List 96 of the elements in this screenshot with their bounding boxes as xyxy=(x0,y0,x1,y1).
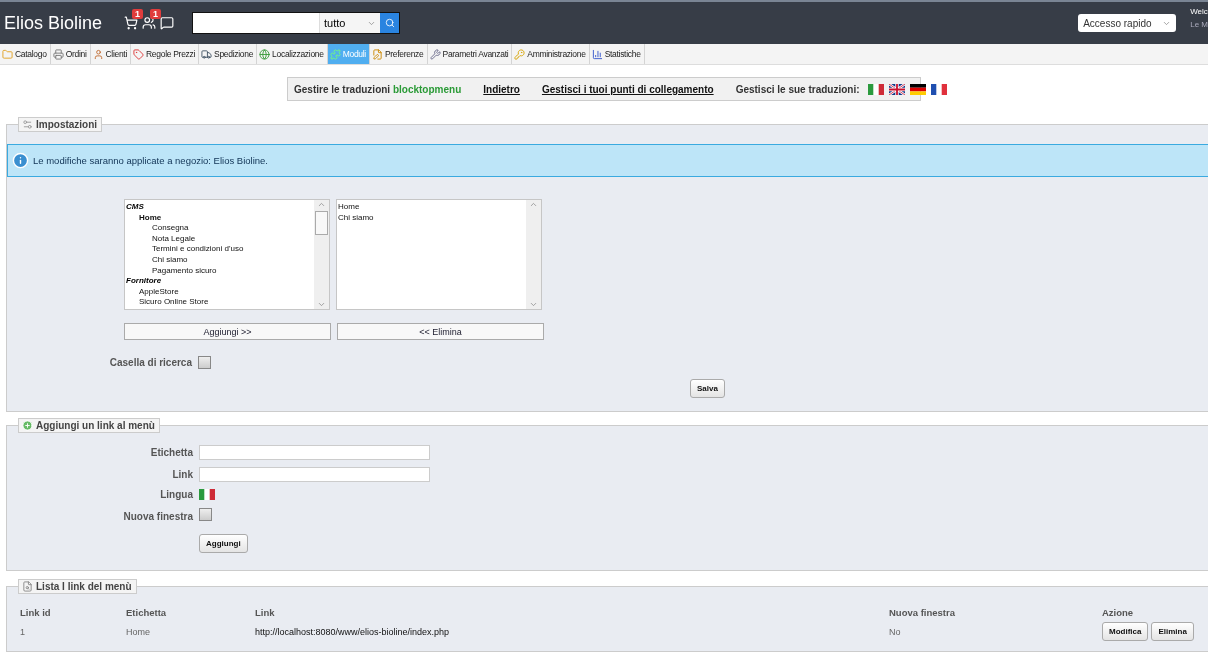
panel-legend: Aggiungi un link al menù xyxy=(18,418,160,433)
checkbox[interactable] xyxy=(198,356,211,369)
wrench-icon xyxy=(429,48,441,60)
translation-title: Gestire le traduzioni blocktopmenu xyxy=(294,83,462,95)
field-label: Link xyxy=(172,469,193,480)
scroll-down-icon[interactable] xyxy=(529,300,538,309)
settings-icon xyxy=(22,119,33,130)
info-message: Le modifiche saranno applicate a negozio: Elios Bioline. xyxy=(7,144,1208,177)
table-cell-text: http://localhost:8080/www/elios-bioline/index.php xyxy=(255,626,451,637)
document-search-icon xyxy=(22,581,33,592)
nav-link[interactable]: Gestisci i tuoi punti di collegamento xyxy=(541,83,714,95)
text-field[interactable] xyxy=(199,445,430,460)
available-items-list[interactable]: CMS Home Consegna Nota Legale Termini e condizioni d'uso Chi siamo Pagamento sicuro Fornitore AppleStore Sicuro Online Store xyxy=(124,199,330,310)
flag-icon xyxy=(909,83,926,95)
add-link-button[interactable]: Aggiungi xyxy=(199,534,248,553)
column-header: Link xyxy=(255,607,276,618)
info-icon xyxy=(12,152,29,169)
menu-tab[interactable]: Catalogo xyxy=(0,44,51,64)
column-header: Etichetta xyxy=(126,607,168,618)
puzzle-icon xyxy=(329,48,341,60)
search-icon xyxy=(384,18,395,28)
menu-tab[interactable]: Clienti xyxy=(90,44,132,64)
checkbox[interactable] xyxy=(199,508,212,521)
menu-tab[interactable]: Preferenze xyxy=(369,44,428,64)
list-option[interactable]: Consegna xyxy=(126,223,314,234)
panel-legend: Impostazioni xyxy=(18,117,103,132)
menu-tab[interactable]: Parametri Avanzati xyxy=(427,44,513,64)
list-option[interactable]: Chi siamo xyxy=(126,254,314,266)
table-cell-text: Home xyxy=(126,626,151,637)
notification-badge: 1 xyxy=(132,9,144,19)
field-label: Nuova finestra xyxy=(123,510,193,522)
list-option[interactable]: Nota Legale xyxy=(126,233,314,245)
flag-icon xyxy=(930,83,947,95)
search-field[interactable]: tutto xyxy=(192,12,401,34)
truck-icon xyxy=(201,48,213,60)
list-option[interactable]: CMS xyxy=(126,202,314,213)
user-icon xyxy=(92,48,104,60)
list-option[interactable]: Pagamento sicuro xyxy=(126,265,314,277)
folder-icon xyxy=(2,48,13,60)
column-header: Link id xyxy=(20,607,52,618)
add-button[interactable]: Aggiungi >> xyxy=(124,323,331,340)
user-info-text: Le M xyxy=(1190,19,1208,31)
scrollbar[interactable] xyxy=(526,200,541,309)
scroll-up-icon[interactable] xyxy=(529,200,538,209)
nav-link[interactable]: Indietro xyxy=(483,83,520,95)
quick-access-select[interactable]: Accesso rapido xyxy=(1078,14,1177,32)
menu-tab[interactable]: Regole Prezzi xyxy=(131,44,200,64)
translations-label: Gestisci le sue traduzioni: xyxy=(735,83,860,95)
notification-badge: 1 xyxy=(150,9,162,19)
scrollbar[interactable] xyxy=(314,200,329,309)
menu-tab[interactable]: Spedizione xyxy=(199,44,258,64)
search-scope-select[interactable]: tutto xyxy=(319,13,381,33)
tag-icon xyxy=(133,48,145,60)
chat-icon[interactable] xyxy=(160,16,175,30)
menu-tab[interactable]: Statistiche xyxy=(589,44,645,64)
save-button[interactable]: Salva xyxy=(690,379,725,398)
list-option[interactable]: Termini e condizioni d'uso xyxy=(126,244,314,255)
list-option[interactable]: AppleStore xyxy=(126,286,314,298)
text-field[interactable] xyxy=(199,467,430,482)
list-option[interactable]: Home xyxy=(338,202,526,213)
list-option[interactable]: Chi siamo xyxy=(338,212,526,224)
search-button[interactable] xyxy=(380,13,400,33)
table-cell-text: No xyxy=(889,626,902,637)
printer-icon xyxy=(52,48,64,60)
scrollbar-thumb[interactable] xyxy=(315,211,328,235)
menu-tab[interactable]: Localizzazione xyxy=(257,44,328,64)
menu-tab[interactable]: Ordini xyxy=(50,44,91,64)
key-icon xyxy=(514,48,526,60)
panel-legend: Lista I link del menù xyxy=(18,579,137,594)
globe-icon xyxy=(259,48,271,60)
shop-name: Elios Bioline xyxy=(4,12,103,34)
flag-icon xyxy=(199,489,215,500)
delete-button[interactable]: Elimina xyxy=(1151,622,1194,641)
menu-tab[interactable]: Amministrazione xyxy=(512,44,590,64)
table-cell-text: 1 xyxy=(20,626,26,637)
scroll-down-icon[interactable] xyxy=(317,300,326,309)
plus-circle-icon xyxy=(22,420,33,431)
user-info-text: Welc xyxy=(1190,6,1208,18)
edit-button[interactable]: Modifica xyxy=(1102,622,1149,641)
column-header: Nuova finestra xyxy=(889,607,956,618)
pencil-document-icon xyxy=(371,48,383,60)
flag-icon xyxy=(867,83,884,95)
remove-button[interactable]: << Elimina xyxy=(337,323,544,340)
list-option[interactable]: Fornitore xyxy=(126,276,314,287)
scroll-up-icon[interactable] xyxy=(317,200,326,209)
field-label: Casella di ricerca xyxy=(109,357,192,368)
field-label: Etichetta xyxy=(150,447,193,458)
column-header: Azione xyxy=(1102,607,1135,618)
selected-items-list[interactable]: Home Chi siamo xyxy=(336,199,542,310)
cart-icon[interactable] xyxy=(124,16,139,30)
bar-chart-icon xyxy=(591,48,603,60)
flag-icon xyxy=(888,83,905,95)
field-label: Lingua xyxy=(160,489,193,500)
list-option[interactable]: Home xyxy=(126,212,314,224)
users-icon[interactable] xyxy=(142,16,157,30)
list-option[interactable]: Sicuro Online Store xyxy=(126,297,314,308)
